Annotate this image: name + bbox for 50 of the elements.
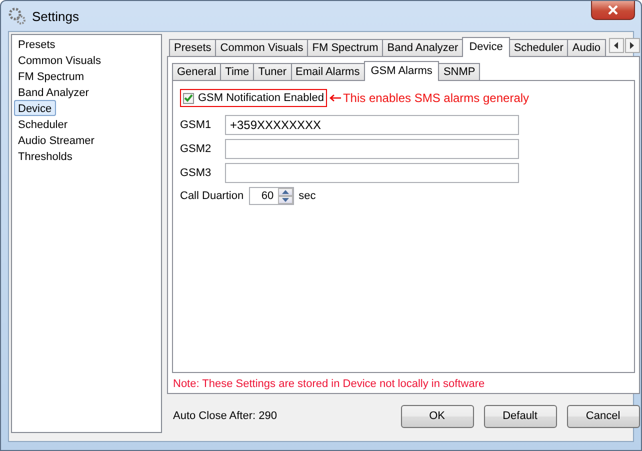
sidebar-item[interactable]: Thresholds: [14, 148, 76, 164]
checkbox-label: GSM Notification Enabled: [198, 92, 324, 104]
left-arrow-icon: [614, 42, 618, 49]
auto-close-text: Auto Close After: 290: [172, 410, 278, 422]
input-field[interactable]: [225, 163, 519, 183]
scroll-left-button[interactable]: [608, 38, 624, 53]
input-field[interactable]: [225, 139, 519, 159]
tab[interactable]: GSM Alarms: [364, 61, 440, 81]
gears-icon: [8, 7, 26, 25]
annotation-text: This enables SMS alarms generaly: [342, 91, 530, 105]
spin-box[interactable]: 60: [248, 187, 294, 205]
tab[interactable]: Time: [220, 63, 254, 80]
tab[interactable]: Audio: [567, 39, 606, 56]
tab[interactable]: Band Analyzer: [382, 39, 464, 56]
tab[interactable]: Tuner: [253, 63, 292, 80]
field-label: GSM3: [180, 167, 212, 179]
field-label: GSM1: [180, 119, 212, 131]
sidebar-item[interactable]: Common Visuals: [14, 52, 105, 68]
tab[interactable]: Scheduler: [508, 39, 568, 56]
sidebar-item[interactable]: Audio Streamer: [14, 132, 98, 148]
tab[interactable]: SNMP: [438, 63, 480, 80]
checkmark-icon: [184, 94, 193, 102]
arrow-icon: [328, 94, 341, 102]
tab[interactable]: Email Alarms: [290, 63, 365, 80]
sidebar-item[interactable]: FM Spectrum: [14, 68, 88, 84]
tab[interactable]: General: [172, 63, 222, 80]
up-arrow-icon: [282, 190, 289, 194]
unit-label: sec: [298, 190, 316, 202]
sidebar-item[interactable]: Presets: [14, 36, 60, 52]
sidebar-item[interactable]: Device: [14, 100, 56, 116]
close-button[interactable]: [591, 1, 635, 20]
tab[interactable]: Presets: [169, 39, 216, 56]
sidebar-item[interactable]: Scheduler: [14, 116, 72, 132]
down-arrow-icon: [282, 198, 289, 202]
input-field[interactable]: +359XXXXXXXX: [225, 115, 519, 135]
sidebar-item[interactable]: Band Analyzer: [14, 84, 93, 100]
tab[interactable]: Common Visuals: [215, 39, 308, 56]
field-label: Call Duartion: [180, 190, 244, 202]
dialog-button[interactable]: Cancel: [566, 404, 640, 428]
checkbox[interactable]: [183, 92, 194, 104]
tab[interactable]: FM Spectrum: [307, 39, 384, 56]
note-text: Note: These Settings are stored in Device not locally in software: [172, 377, 486, 392]
window-title: Settings: [32, 8, 79, 24]
dialog-button[interactable]: Default: [484, 404, 557, 428]
field-label: GSM2: [180, 143, 212, 155]
scroll-right-button[interactable]: [624, 38, 640, 53]
dialog-button[interactable]: OK: [400, 404, 474, 428]
right-arrow-icon: [630, 42, 634, 49]
close-icon: [608, 5, 618, 15]
tab[interactable]: Device: [462, 37, 510, 57]
